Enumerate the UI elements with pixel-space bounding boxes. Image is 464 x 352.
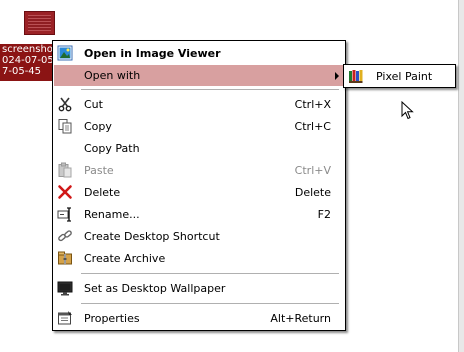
menu-item-open-in-image-viewer[interactable]: Open in Image Viewer bbox=[54, 43, 344, 64]
menu-separator bbox=[81, 273, 339, 274]
file-name-line-1: screenshot-2 bbox=[2, 44, 56, 55]
paste-icon bbox=[58, 162, 72, 178]
archive-icon bbox=[58, 251, 72, 265]
submenu-arrow-icon bbox=[335, 72, 339, 80]
shortcut-label: Alt+Return bbox=[270, 312, 331, 325]
submenu-item-pixel-paint[interactable]: Pixel Paint bbox=[345, 66, 454, 87]
menu-item-label: Open with bbox=[84, 69, 141, 82]
open-with-submenu: Pixel Paint bbox=[343, 64, 456, 88]
menu-item-label: Cut bbox=[84, 98, 103, 111]
menu-item-label: Paste bbox=[84, 164, 114, 177]
menu-item-set-as-desktop-wallpaper[interactable]: Set as Desktop Wallpaper bbox=[54, 278, 344, 299]
menu-item-label: Copy Path bbox=[84, 142, 140, 155]
menu-item-label: Create Desktop Shortcut bbox=[84, 230, 220, 243]
menu-item-label: Pixel Paint bbox=[376, 70, 433, 83]
menu-item-label: Set as Desktop Wallpaper bbox=[84, 282, 226, 295]
copy-icon bbox=[58, 119, 72, 134]
menu-item-label: Properties bbox=[84, 312, 140, 325]
menu-item-label: Rename... bbox=[84, 208, 140, 221]
right-edge-scrollbar bbox=[458, 0, 464, 352]
menu-item-label: Create Archive bbox=[84, 252, 166, 265]
shortcut-label: Delete bbox=[294, 186, 331, 199]
menu-item-copy[interactable]: Copy Ctrl+C bbox=[54, 116, 344, 137]
image-viewer-icon bbox=[57, 45, 73, 61]
menu-item-create-archive[interactable]: Create Archive bbox=[54, 248, 344, 269]
properties-icon bbox=[58, 311, 72, 325]
shortcut-label: Ctrl+C bbox=[294, 120, 331, 133]
red-x-icon bbox=[58, 185, 72, 199]
link-icon bbox=[58, 230, 72, 242]
menu-item-delete[interactable]: Delete Delete bbox=[54, 182, 344, 203]
shortcut-label: F2 bbox=[317, 208, 331, 221]
monitor-icon bbox=[57, 281, 73, 296]
menu-item-label: Open in Image Viewer bbox=[84, 47, 221, 60]
image-thumbnail-icon bbox=[24, 11, 55, 35]
mouse-cursor-icon bbox=[401, 101, 414, 120]
shortcut-label: Ctrl+X bbox=[294, 98, 331, 111]
menu-separator bbox=[81, 303, 339, 304]
scissors-icon bbox=[58, 97, 72, 112]
file-name-label: screenshot-2 024-07-05 7-05-45 bbox=[0, 44, 56, 81]
menu-item-rename[interactable]: Rename... F2 bbox=[54, 204, 344, 225]
file-name-line-3: 7-05-45 bbox=[2, 66, 42, 77]
menu-item-cut[interactable]: Cut Ctrl+X bbox=[54, 94, 344, 115]
menu-item-open-with[interactable]: Open with bbox=[54, 65, 344, 86]
menu-item-copy-path[interactable]: Copy Path bbox=[54, 138, 344, 159]
shortcut-label: Ctrl+V bbox=[294, 164, 331, 177]
menu-item-create-desktop-shortcut[interactable]: Create Desktop Shortcut bbox=[54, 226, 344, 247]
menu-item-paste[interactable]: Paste Ctrl+V bbox=[54, 160, 344, 181]
menu-separator bbox=[81, 89, 339, 90]
pixel-paint-icon bbox=[349, 70, 363, 83]
menu-item-label: Copy bbox=[84, 120, 112, 133]
menu-item-label: Delete bbox=[84, 186, 121, 199]
file-name-line-2: 024-07-05 bbox=[2, 55, 54, 66]
menu-item-properties[interactable]: Properties Alt+Return bbox=[54, 308, 344, 329]
rename-icon bbox=[57, 207, 71, 222]
file-context-menu: Open in Image Viewer Open with Cut Ctrl+… bbox=[52, 40, 346, 331]
